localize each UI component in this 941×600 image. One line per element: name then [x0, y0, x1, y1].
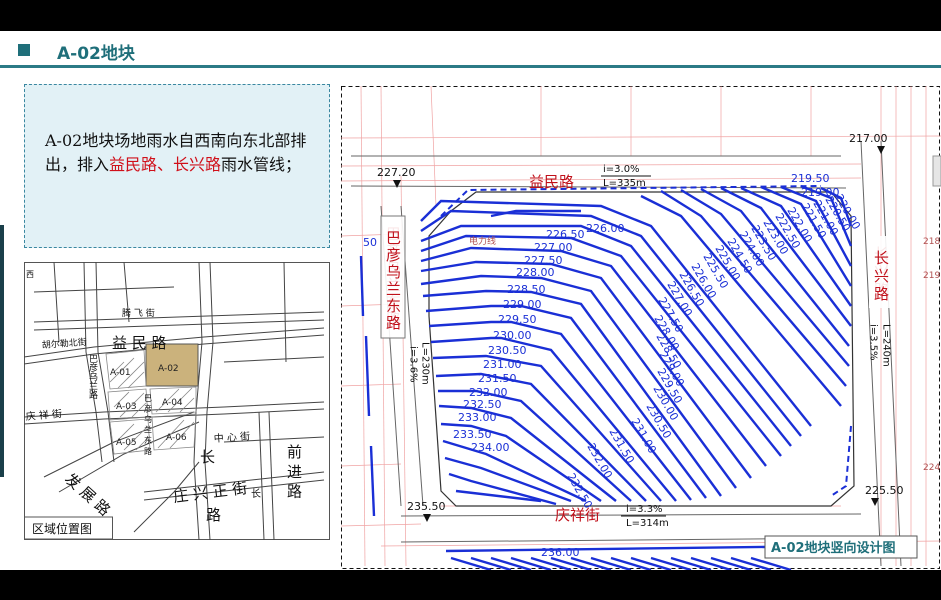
map-road-lu: 路 [206, 506, 221, 524]
side-label-right-2: 219 [923, 271, 940, 281]
corner-elevation-nw: 227.20 [377, 166, 416, 179]
road-spec-right-i: i=3.5% [868, 324, 879, 361]
road-spec-right-l: L=240m [881, 324, 892, 367]
contour-label: 219.00 [801, 186, 840, 199]
contour-label: 233.50 [453, 428, 492, 441]
contour-label: 230.00 [493, 329, 532, 342]
left-edge-strip [0, 225, 4, 477]
road-spec-top-l: L=335m [603, 178, 646, 189]
contour-label: 233.00 [458, 411, 497, 424]
map-road-qianjin: 前 进 路 [285, 444, 303, 499]
location-map: A-01 A-02 A-03 A-04 A-05 A-06 益 民 路 庆 祥 … [24, 262, 330, 540]
side-label-right-3: 224 [923, 463, 940, 473]
contour-label: 231.50 [478, 372, 517, 385]
road-spec-bottom-i: i=3.3% [626, 504, 663, 515]
design-badge: A-02地块竖向设计图 [771, 540, 896, 556]
contour-label: 226.00 [586, 222, 625, 235]
contour-label: 228.00 [516, 266, 555, 279]
side-label-left: 50 [363, 236, 377, 249]
map-road-xi: 西 [26, 270, 35, 279]
parcel-a01-label: A-01 [110, 368, 131, 378]
road-spec-left-i: i=3.6% [408, 346, 419, 383]
road-label-top: 益民路 [529, 173, 574, 191]
contour-label: 219.50 [791, 172, 830, 185]
contour-label: 229.00 [503, 298, 542, 311]
parcel-a04-label: A-04 [162, 398, 183, 408]
road-spec-bottom-l: L=314m [626, 518, 669, 529]
contour-label: 232.50 [463, 398, 502, 411]
power-line-label: 电力线 [469, 235, 496, 247]
contour-label: 234.00 [471, 441, 510, 454]
map-road-yimin: 益 民 路 [112, 334, 167, 352]
description-box: A-02地块场地雨水自西南向东北部排出，排入益民路、长兴路雨水管线； [24, 84, 330, 248]
description-highlight: 益民路、长兴路 [109, 155, 222, 174]
map-road-bayan-short: 巴彦乌兰路 [87, 354, 98, 400]
road-label-bottom: 庆祥街 [555, 506, 600, 524]
map-road-tengfei: 腾 飞 街 [122, 307, 155, 319]
contour-label: 231.00 [483, 358, 522, 371]
road-label-right-text: 长兴路 [872, 250, 890, 304]
road-label-left-text: 巴彦乌兰东路 [384, 230, 402, 332]
road-spec-top-i: i=3.0% [603, 164, 640, 175]
edge-tab [932, 155, 941, 187]
contour-label: 229.50 [498, 313, 537, 326]
map-caption: 区域位置图 [32, 521, 92, 536]
description-part2: 雨水管线； [221, 155, 302, 174]
header-divider [0, 65, 941, 68]
description-text: A-02地块场地雨水自西南向东北部排出，排入益民路、长兴路雨水管线； [45, 129, 315, 177]
contour-label: 226.50 [546, 228, 585, 241]
parcel-a06-label: A-06 [166, 433, 187, 443]
corner-elevation-ne: 217.00 [849, 132, 888, 145]
contour-label: 230.50 [488, 344, 527, 357]
side-label-right-1: 218 [923, 237, 940, 247]
parcel-a05-label: A-05 [116, 438, 137, 448]
header-square-icon [18, 44, 30, 56]
vertical-design-map: 226.00 226.50 227.00 227.50 228.00 228.5… [341, 86, 941, 570]
contour-label-bottom: 236.00 [541, 546, 580, 559]
map-road-chang: 长 [200, 448, 215, 466]
corner-elevation-sw: 235.50 [407, 500, 446, 513]
contour-label: 228.50 [507, 283, 546, 296]
contour-label: 227.00 [534, 241, 573, 254]
map-road-bayan: 巴 彦 乌 兰 东 路 [144, 394, 153, 455]
slide: A-02地块 A-02地块场地雨水自西南向东北部排出，排入益民路、长兴路雨水管线… [0, 31, 941, 570]
parcel-a02-label: A-02 [158, 364, 179, 374]
road-spec-left-l: L=230m [420, 342, 431, 385]
parcel-a03-label: A-03 [116, 402, 137, 412]
map-road-chang2: 长 [249, 488, 261, 498]
corner-elevation-se: 225.50 [865, 484, 904, 497]
page-title: A-02地块 [57, 44, 135, 64]
